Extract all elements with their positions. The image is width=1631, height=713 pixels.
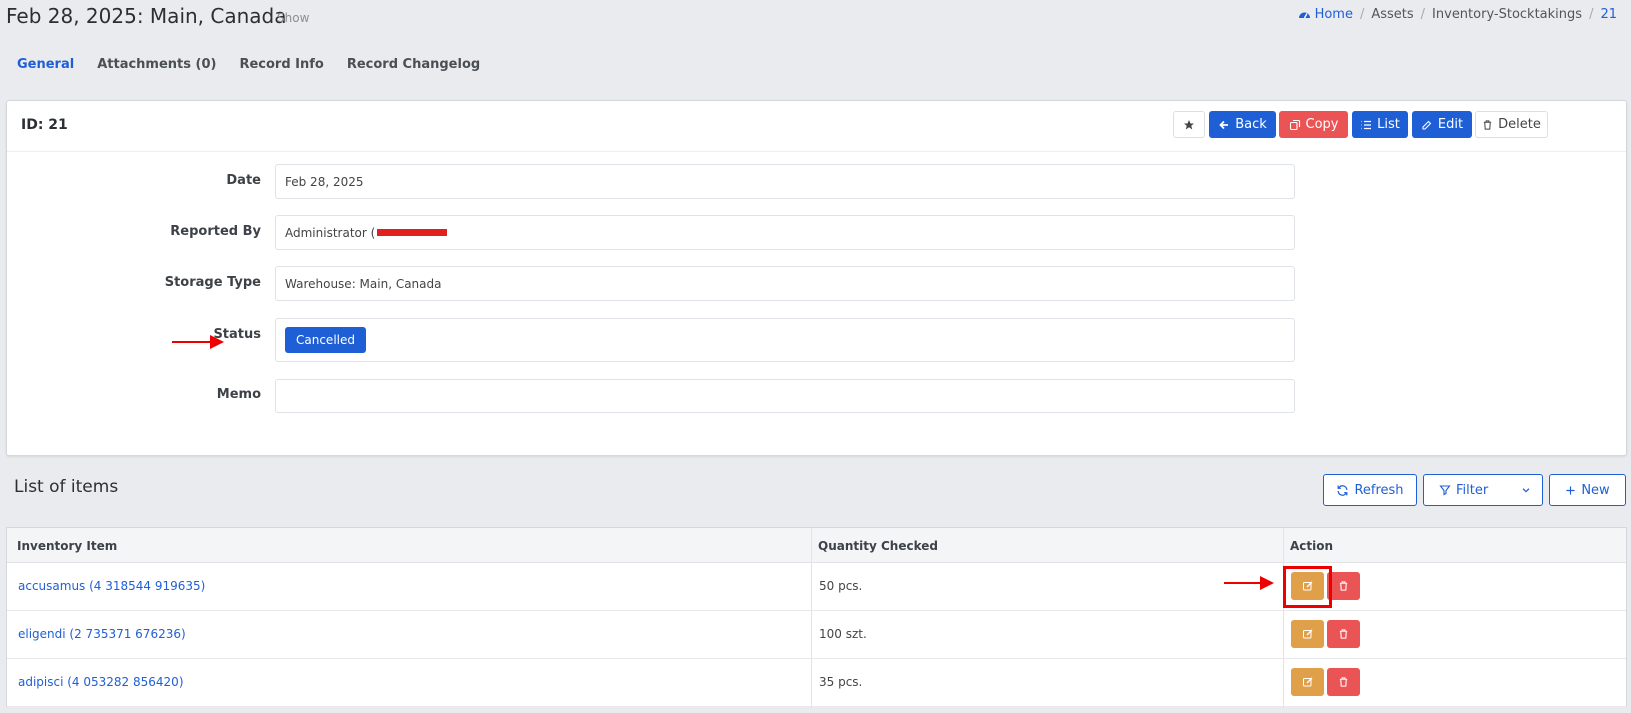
items-section-title: List of items: [14, 477, 119, 497]
quantity-cell: 35 pcs.: [819, 675, 863, 689]
row-delete-button[interactable]: [1327, 668, 1360, 696]
record-id: ID: 21: [21, 117, 68, 133]
breadcrumb-assets[interactable]: Assets: [1371, 7, 1413, 22]
list-button-label: List: [1377, 117, 1400, 132]
status-badge: Cancelled: [285, 327, 366, 353]
filter-button[interactable]: Filter: [1423, 474, 1543, 506]
edit-arrow: [1224, 576, 1274, 590]
column-header-action: Action: [1290, 539, 1334, 553]
refresh-button[interactable]: Refresh: [1323, 474, 1417, 506]
inventory-item-link[interactable]: adipisci (4 053282 856420): [18, 675, 184, 689]
quantity-cell: 50 pcs.: [819, 579, 863, 593]
back-button-label: Back: [1235, 117, 1267, 132]
trash-icon: [1339, 677, 1348, 687]
breadcrumb-home[interactable]: Home: [1298, 7, 1353, 22]
dashboard-icon: [1298, 12, 1310, 19]
row-delete-button[interactable]: [1327, 620, 1360, 648]
edit-arrow-head: [1260, 576, 1274, 590]
storage-type-field[interactable]: Warehouse: Main, Canada: [275, 266, 1295, 301]
row-edit-button[interactable]: [1291, 620, 1324, 648]
date-field[interactable]: Feb 28, 2025: [275, 164, 1295, 199]
inventory-item-link[interactable]: eligendi (2 735371 676236): [18, 627, 186, 641]
redaction-mark: [377, 229, 448, 236]
items-table: Inventory Item Quantity Checked Action a…: [6, 527, 1627, 708]
breadcrumb-separator: /: [1589, 7, 1594, 22]
copy-button[interactable]: Copy: [1279, 111, 1348, 138]
memo-label: Memo: [216, 387, 261, 402]
tab-attachments[interactable]: Attachments (0): [97, 57, 216, 72]
highlight-box: [1283, 566, 1332, 608]
breadcrumb-current[interactable]: 21: [1600, 7, 1617, 22]
breadcrumb-separator: /: [1420, 7, 1426, 22]
trash-icon: [1339, 581, 1348, 591]
tab-record-changelog[interactable]: Record Changelog: [347, 57, 480, 72]
reported-by-label: Reported By: [170, 224, 261, 239]
record-card-header: ID: 21 Back Copy List Edit Delete: [7, 101, 1626, 152]
copy-button-label: Copy: [1305, 117, 1339, 132]
table-header: Inventory Item Quantity Checked Action: [7, 528, 1626, 563]
column-header-inventory-item[interactable]: Inventory Item: [17, 539, 117, 553]
filter-button-label: Filter: [1456, 482, 1489, 498]
edit-icon: [1302, 629, 1312, 639]
star-icon: [1184, 119, 1194, 129]
table-row: eligendi (2 735371 676236) 100 szt.: [7, 611, 1626, 659]
tab-bar: General Attachments (0) Record Info Reco…: [17, 57, 480, 72]
column-header-quantity-checked[interactable]: Quantity Checked: [818, 539, 938, 553]
edit-button[interactable]: Edit: [1412, 111, 1472, 138]
delete-button-label: Delete: [1498, 117, 1541, 132]
storage-type-value: Warehouse: Main, Canada: [285, 276, 442, 291]
chevron-down-icon: [1522, 488, 1530, 493]
list-icon: [1361, 120, 1372, 129]
breadcrumb: Home / Assets / Inventory-Stocktakings /…: [1298, 7, 1617, 22]
delete-button[interactable]: Delete: [1475, 111, 1548, 138]
back-button[interactable]: Back: [1209, 111, 1276, 138]
page-subtitle: Show: [277, 11, 310, 25]
status-field: Cancelled: [275, 318, 1295, 362]
edit-icon: [1302, 677, 1312, 687]
list-button[interactable]: List: [1352, 111, 1408, 138]
copy-icon: [1289, 119, 1300, 130]
table-row: accusamus (4 318544 919635) 50 pcs.: [7, 563, 1626, 611]
refresh-button-label: Refresh: [1354, 482, 1404, 498]
row-edit-button[interactable]: [1291, 668, 1324, 696]
storage-type-label: Storage Type: [164, 275, 261, 290]
new-button-label: New: [1581, 482, 1610, 498]
edit-button-label: Edit: [1437, 117, 1464, 132]
date-label: Date: [226, 173, 261, 188]
breadcrumb-inventory-stocktakings[interactable]: Inventory-Stocktakings: [1432, 7, 1582, 22]
new-button[interactable]: New: [1549, 474, 1626, 506]
tab-general[interactable]: General: [17, 57, 74, 72]
edit-arrow-shaft: [1224, 582, 1260, 584]
trash-icon: [1339, 629, 1348, 639]
trash-icon: [1483, 119, 1492, 130]
plus-icon: [1566, 485, 1575, 495]
quantity-cell: 100 szt.: [819, 627, 867, 641]
refresh-icon: [1338, 484, 1348, 496]
reported-by-field[interactable]: Administrator (: [275, 215, 1295, 250]
edit-icon: [1422, 120, 1432, 130]
arrow-left-icon: [1219, 120, 1229, 129]
status-label: Status: [213, 327, 261, 342]
record-card: ID: 21 Back Copy List Edit Delete Date F…: [6, 100, 1627, 456]
inventory-item-link[interactable]: accusamus (4 318544 919635): [18, 579, 205, 593]
page-title: Feb 28, 2025: Main, Canada: [6, 4, 287, 28]
memo-field[interactable]: [275, 379, 1295, 413]
date-value: Feb 28, 2025: [285, 174, 364, 189]
breadcrumb-home-label: Home: [1314, 7, 1353, 22]
filter-icon: [1439, 485, 1451, 496]
table-row: adipisci (4 053282 856420) 35 pcs.: [7, 659, 1626, 707]
favorite-button[interactable]: [1173, 111, 1205, 138]
reported-by-value: Administrator (: [285, 225, 376, 240]
breadcrumb-separator: /: [1359, 7, 1365, 22]
tab-record-info[interactable]: Record Info: [239, 57, 323, 72]
